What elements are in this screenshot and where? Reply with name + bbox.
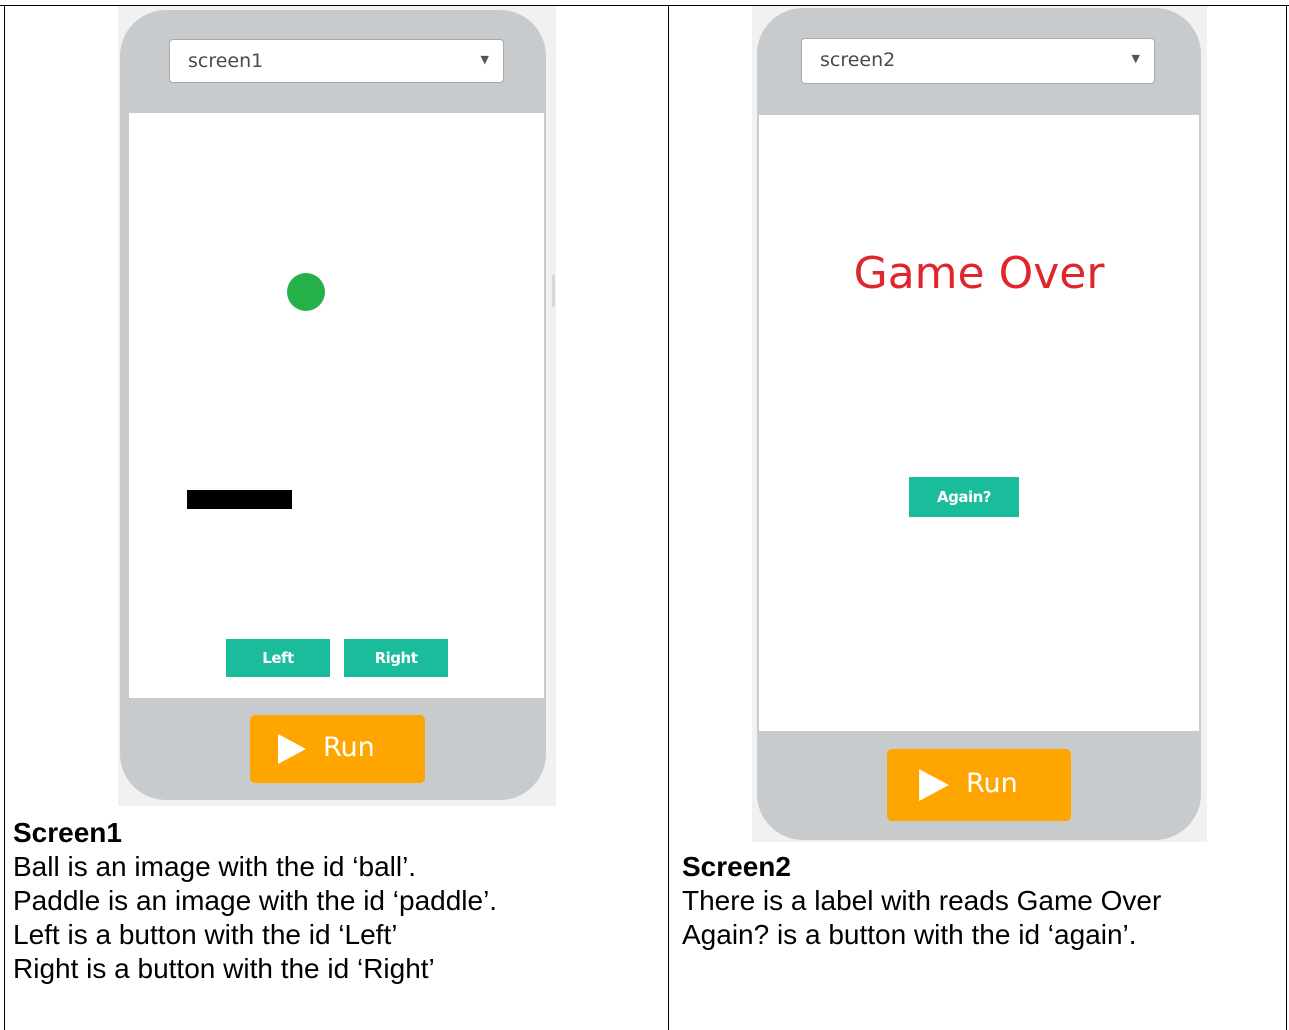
- screen-dropdown-value: screen1: [188, 50, 264, 72]
- caption-line: Left is a button with the id ‘Left’: [13, 919, 398, 950]
- screen1-caption: Screen1 Ball is an image with the id ‘ba…: [13, 816, 497, 986]
- screen1-app-screen: Left Right: [129, 113, 544, 698]
- run-button-label: Run: [966, 768, 1018, 799]
- screen-dropdown-value: screen2: [820, 49, 896, 71]
- right-button[interactable]: Right: [344, 639, 448, 677]
- table-border-right: [1286, 5, 1287, 1030]
- caption-line: Right is a button with the id ‘Right’: [13, 953, 435, 984]
- table-border-left: [4, 5, 5, 1030]
- paddle-image: [187, 490, 292, 509]
- chevron-down-icon: ▼: [480, 53, 489, 66]
- resize-handle[interactable]: [552, 275, 555, 307]
- run-button-label: Run: [323, 732, 375, 763]
- game-over-label: Game Over: [853, 248, 1105, 299]
- run-button[interactable]: Run: [250, 715, 425, 783]
- caption-line: Paddle is an image with the id ‘paddle’.: [13, 885, 498, 916]
- ball-image: [287, 273, 325, 311]
- play-icon: [919, 769, 949, 801]
- screen2-caption: Screen2 There is a label with reads Game…: [682, 850, 1161, 952]
- caption-line: Again? is a button with the id ‘again’.: [682, 919, 1137, 950]
- screen1-phone-frame: screen1 ▼ Left Right Run: [120, 10, 546, 800]
- screen2-caption-title: Screen2: [682, 851, 791, 882]
- caption-line: Ball is an image with the id ‘ball’.: [13, 851, 417, 882]
- caption-line: There is a label with reads Game Over: [682, 885, 1162, 916]
- again-button[interactable]: Again?: [909, 477, 1019, 517]
- play-icon: [278, 734, 306, 764]
- screen2-app-screen: Game Over Again?: [759, 115, 1199, 731]
- screen2-phone-frame: screen2 ▼ Game Over Again? Run: [757, 8, 1201, 840]
- run-button[interactable]: Run: [887, 749, 1071, 821]
- left-button[interactable]: Left: [226, 639, 330, 677]
- table-border-middle: [668, 5, 669, 1030]
- screen1-caption-title: Screen1: [13, 817, 122, 848]
- chevron-down-icon: ▼: [1131, 52, 1140, 65]
- screen-dropdown[interactable]: screen1 ▼: [169, 39, 504, 83]
- screen-dropdown[interactable]: screen2 ▼: [801, 38, 1155, 84]
